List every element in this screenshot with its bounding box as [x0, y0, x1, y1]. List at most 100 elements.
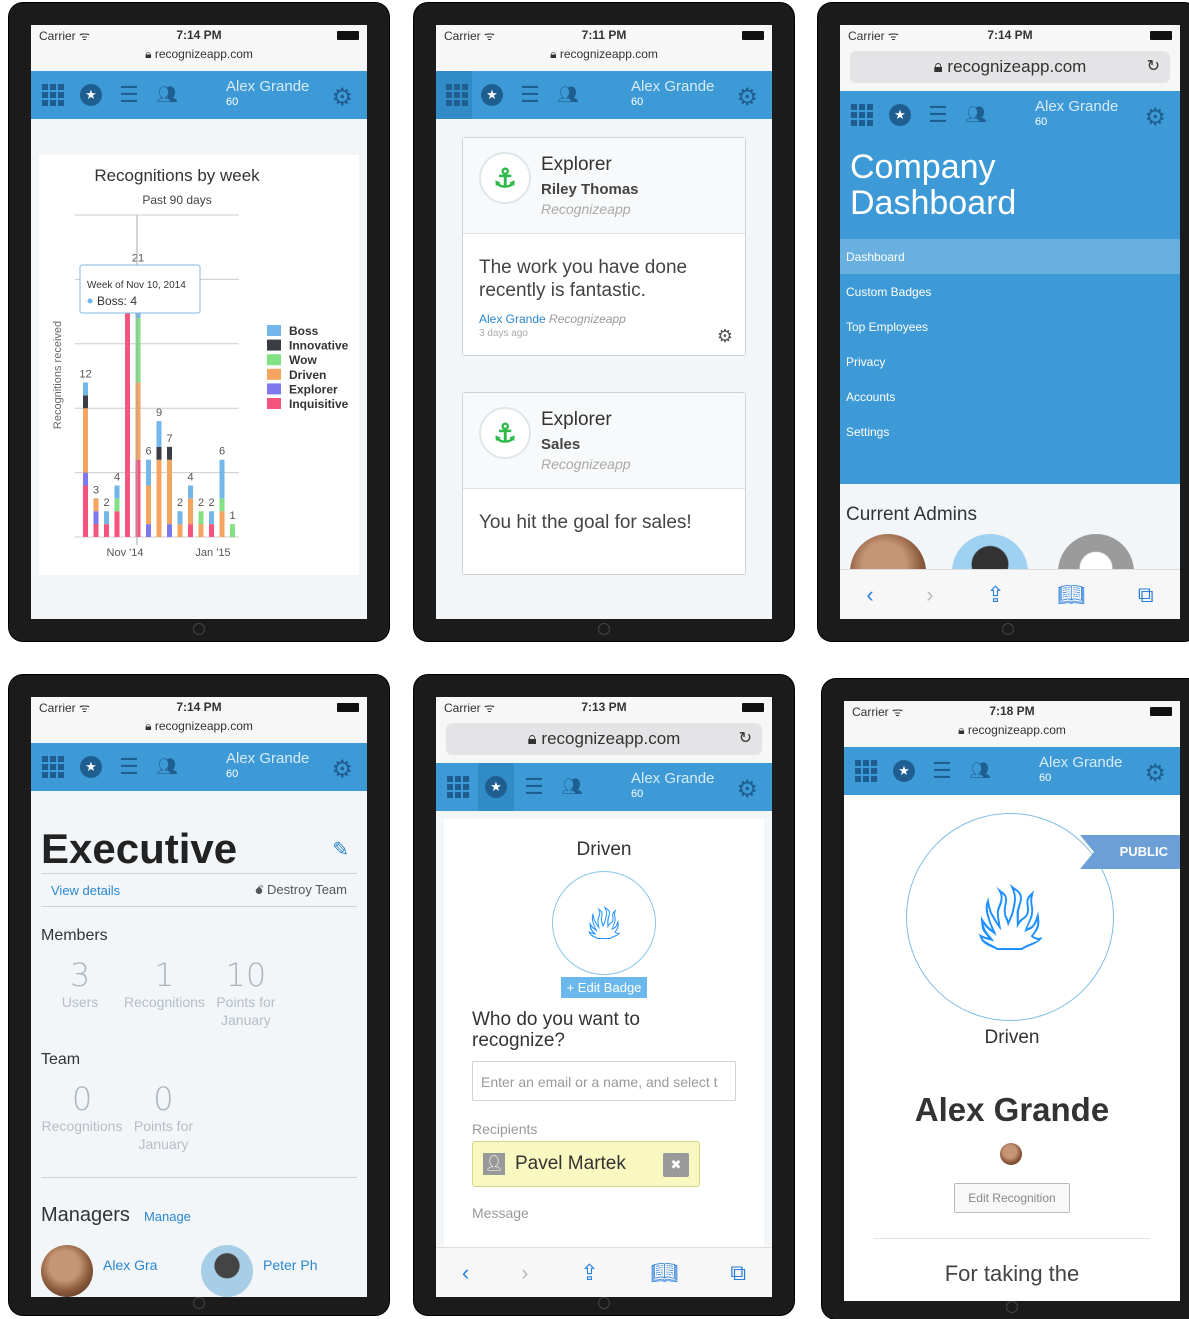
team-icon[interactable]: 👥︎	[155, 755, 179, 779]
recipient-name[interactable]: Riley Thomas	[541, 181, 639, 198]
back-icon[interactable]: ‹	[462, 1260, 469, 1286]
nav-user[interactable]: Alex Grande 60	[1035, 98, 1118, 128]
url-bar[interactable]: 🔒︎ recognizeapp.com ↻	[840, 45, 1180, 91]
nav-user[interactable]: Alex Grande 60	[226, 78, 309, 108]
star-badge-icon[interactable]: ★	[79, 83, 103, 107]
manager-name[interactable]: Alex Gra	[103, 1257, 157, 1273]
edit-badge-button[interactable]: + Edit Badge	[560, 977, 648, 998]
edit-recognition-button[interactable]: Edit Recognition	[954, 1183, 1070, 1213]
grid-menu-icon[interactable]	[41, 83, 65, 107]
url-bar[interactable]: 🔒︎ recognizeapp.com ↻	[436, 717, 772, 763]
list-icon[interactable]: ☰	[117, 755, 141, 779]
recipient-chip[interactable]: 👤︎ Pavel Martek ✖	[472, 1141, 700, 1187]
grid-menu-icon[interactable]	[446, 775, 470, 799]
bar-segment[interactable]	[135, 382, 141, 460]
nav-user[interactable]: Alex Grande 60	[226, 750, 309, 780]
home-button[interactable]	[598, 1297, 610, 1309]
star-badge-icon[interactable]: ★	[892, 759, 916, 783]
bar-segment[interactable]	[114, 511, 120, 537]
share-icon[interactable]: ⇪	[986, 582, 1004, 608]
bar-segment[interactable]	[114, 485, 120, 499]
legend-label[interactable]: Inquisitive	[289, 397, 349, 411]
manager-name[interactable]: Peter Ph	[263, 1257, 317, 1273]
menu-item-privacy[interactable]: Privacy	[840, 344, 1180, 379]
bar-segment[interactable]	[156, 421, 162, 447]
bar-segment[interactable]	[146, 524, 151, 537]
bar-segment[interactable]	[83, 472, 88, 486]
bar-segment[interactable]	[209, 524, 214, 537]
remove-recipient-icon[interactable]: ✖	[663, 1153, 689, 1177]
url-bar[interactable]: 🔒︎ recognizeapp.com	[31, 45, 367, 71]
bar-segment[interactable]	[167, 446, 172, 460]
menu-item-top-employees[interactable]: Top Employees	[840, 309, 1180, 344]
manage-link[interactable]: Manage	[144, 1209, 191, 1224]
menu-item-dashboard[interactable]: Dashboard	[840, 239, 1180, 274]
bar-segment[interactable]	[93, 498, 99, 512]
settings-gear-icon[interactable]: ⚙	[1144, 759, 1166, 788]
recipient-avatar[interactable]	[1000, 1143, 1022, 1165]
forward-icon[interactable]: ›	[521, 1260, 528, 1286]
team-icon[interactable]: 👥︎	[155, 83, 179, 107]
bar-segment[interactable]	[167, 459, 172, 525]
bar-segment[interactable]	[146, 485, 151, 525]
bookmarks-icon[interactable]: 📖︎	[651, 1260, 679, 1286]
recognition-card[interactable]: ⚓︎ Explorer Sales Recognizeapp You hit t…	[462, 392, 746, 575]
tabs-icon[interactable]: ⧉	[1138, 582, 1154, 608]
destroy-team-button[interactable]: 💣︎ Destroy Team	[255, 882, 347, 898]
star-badge-icon[interactable]: ★	[480, 83, 504, 107]
manager-avatar[interactable]	[201, 1245, 253, 1297]
bar-segment[interactable]	[156, 459, 162, 537]
grid-menu-icon[interactable]	[436, 71, 472, 119]
nav-user[interactable]: Alex Grande 60	[1039, 754, 1122, 784]
bar-segment[interactable]	[219, 459, 225, 499]
home-button[interactable]	[1002, 623, 1014, 635]
settings-gear-icon[interactable]: ⚙	[736, 775, 758, 804]
team-icon[interactable]: 👥︎	[560, 775, 584, 799]
forward-icon[interactable]: ›	[926, 582, 933, 608]
bar-segment[interactable]	[93, 511, 99, 525]
flame-badge-icon[interactable]: 🔥︎	[552, 871, 656, 975]
bar-segment[interactable]	[188, 524, 193, 537]
legend-label[interactable]: Boss	[289, 324, 319, 338]
bar-segment[interactable]	[167, 524, 172, 537]
bar-segment[interactable]	[93, 524, 99, 537]
bar-segment[interactable]	[83, 408, 88, 473]
bar-segment[interactable]	[209, 511, 214, 525]
nav-user[interactable]: Alex Grande 60	[631, 770, 714, 800]
bar-segment[interactable]	[146, 459, 151, 486]
view-details-link[interactable]: View details	[51, 883, 120, 898]
url-bar[interactable]: 🔒︎ recognizeapp.com	[436, 45, 772, 71]
bar-segment[interactable]	[230, 524, 235, 537]
legend-label[interactable]: Wow	[289, 353, 317, 367]
recognition-card[interactable]: ⚓︎ Explorer Riley Thomas Recognizeapp Th…	[462, 137, 746, 356]
settings-gear-icon[interactable]: ⚙	[331, 83, 353, 112]
legend-label[interactable]: Innovative	[289, 339, 349, 353]
legend-label[interactable]: Explorer	[289, 382, 338, 396]
list-icon[interactable]: ☰	[926, 103, 950, 127]
bar-segment[interactable]	[83, 485, 88, 537]
star-badge-icon[interactable]: ★	[888, 103, 912, 127]
bar-segment[interactable]	[135, 459, 141, 537]
reload-icon[interactable]: ↻	[739, 723, 752, 755]
recipient-search-input[interactable]: Enter an email or a name, and select t	[472, 1061, 736, 1101]
bookmarks-icon[interactable]: 📖︎	[1057, 582, 1085, 608]
card-settings-icon[interactable]: ⚙	[717, 326, 733, 347]
bar-segment[interactable]	[135, 318, 141, 383]
home-button[interactable]	[193, 1297, 205, 1309]
bar-segment[interactable]	[188, 485, 193, 499]
star-badge-icon[interactable]: ★	[478, 763, 514, 811]
bar-segment[interactable]	[177, 524, 183, 537]
tabs-icon[interactable]: ⧉	[730, 1260, 746, 1286]
team-icon[interactable]: 👥︎	[556, 83, 580, 107]
reload-icon[interactable]: ↻	[1147, 51, 1160, 83]
bar-segment[interactable]	[198, 511, 204, 525]
home-button[interactable]	[193, 623, 205, 635]
settings-gear-icon[interactable]: ⚙	[736, 83, 758, 112]
menu-item-accounts[interactable]: Accounts	[840, 379, 1180, 414]
bar-segment[interactable]	[219, 498, 225, 512]
menu-item-custom-badges[interactable]: Custom Badges	[840, 274, 1180, 309]
recipient-name[interactable]: Sales	[541, 436, 580, 453]
edit-pencil-icon[interactable]: ✎	[332, 837, 349, 862]
bar-segment[interactable]	[156, 446, 162, 460]
nav-user[interactable]: Alex Grande 60	[631, 78, 714, 108]
